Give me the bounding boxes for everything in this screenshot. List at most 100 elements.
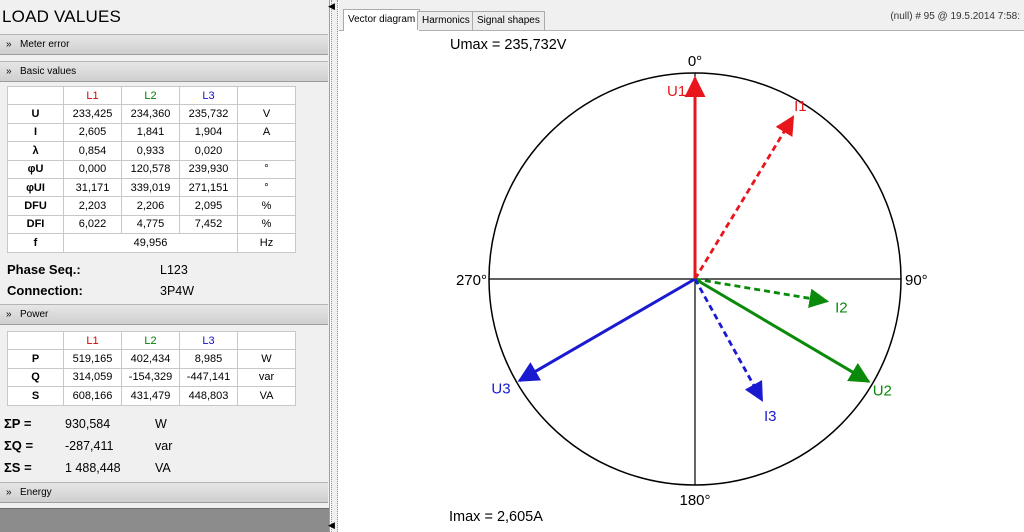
phasor-label-i1: I1 — [794, 98, 807, 115]
sum-s-label: ΣS = — [4, 460, 32, 475]
cell-unit: A — [237, 122, 296, 143]
table-row: f 49,956 Hz — [7, 233, 296, 253]
cell-value: 2,206 — [121, 196, 180, 216]
row-label: P — [7, 349, 64, 369]
row-label: λ — [7, 141, 64, 161]
section-meter-error[interactable]: » Meter error — [0, 34, 328, 55]
cell-value: 8,985 — [179, 349, 238, 369]
section-basic-values[interactable]: » Basic values — [0, 61, 328, 82]
col-header-l3: L3 — [179, 330, 238, 351]
frequency-value: 49,956 — [63, 233, 238, 253]
cell-value: 608,166 — [63, 386, 122, 406]
col-header-l2: L2 — [121, 85, 180, 106]
cell-value: 0,933 — [121, 141, 180, 161]
cell-value: 271,151 — [179, 177, 238, 198]
phasor-u2 — [694, 277, 871, 383]
cell-value: 6,022 — [63, 214, 122, 235]
sum-p-label: ΣP = — [4, 416, 32, 431]
load-values-panel: LOAD VALUES » Meter error » Basic values L… — [0, 0, 330, 532]
cell-unit: W — [237, 349, 296, 369]
row-label: I — [7, 122, 64, 143]
cell-value: 1,841 — [121, 122, 180, 143]
row-label: φU — [7, 159, 64, 179]
chevron-down-icon: » — [6, 66, 12, 77]
section-label: Energy — [20, 487, 52, 498]
row-label: DFU — [7, 196, 64, 216]
row-label: Q — [7, 367, 64, 388]
cell-unit — [237, 141, 296, 161]
cell-value: 120,578 — [121, 159, 180, 179]
connection-label: Connection: — [7, 283, 83, 298]
horizontal-scrollbar[interactable] — [0, 508, 329, 532]
table-header-row: L1 L2 L3 — [7, 85, 296, 106]
sum-p-value: 930,584 — [65, 417, 111, 431]
phase-seq-label: Phase Seq.: — [7, 262, 81, 277]
row-label: f — [7, 233, 64, 253]
chevron-right-icon: » — [6, 487, 12, 498]
connection-value: 3P4W — [160, 284, 195, 298]
cell-value: 2,203 — [63, 196, 122, 216]
row-label: φUI — [7, 177, 64, 198]
cell-value: 0,020 — [179, 141, 238, 161]
cell-value: 0,000 — [63, 159, 122, 179]
cell-value: 31,171 — [63, 177, 122, 198]
col-header-l1: L1 — [63, 85, 122, 106]
cell-unit: V — [237, 104, 296, 124]
cell-value: 234,360 — [121, 104, 180, 124]
sum-q-unit: var — [155, 439, 173, 453]
sum-p-unit: W — [155, 417, 167, 431]
phasor-label-i3: I3 — [764, 408, 777, 425]
table-row: DFU 2,203 2,206 2,095 % — [7, 196, 296, 216]
table-row: Q 314,059 -154,329 -447,141 var — [7, 367, 296, 388]
cell-value: 4,775 — [121, 214, 180, 235]
col-header-l3: L3 — [179, 85, 238, 106]
tab-vector-diagram[interactable]: Vector diagram — [343, 9, 421, 31]
phasor-i1 — [693, 115, 795, 280]
cell-value: 2,605 — [63, 122, 122, 143]
section-label: Basic values — [20, 66, 77, 77]
col-header-l1: L1 — [63, 330, 122, 351]
row-label: DFI — [7, 214, 64, 235]
cell-value: -154,329 — [121, 367, 180, 388]
section-label: Meter error — [20, 39, 70, 50]
cell-value: 233,425 — [63, 104, 122, 124]
panel-splitter[interactable]: ◀ ◀ — [328, 0, 338, 532]
cell-unit: ° — [237, 159, 296, 179]
cell-value: 235,732 — [179, 104, 238, 124]
section-power[interactable]: » Power — [0, 304, 328, 325]
sum-s-value: 1 488,448 — [65, 461, 121, 475]
phasor-label-u3: U3 — [491, 381, 510, 398]
chevron-down-icon: » — [6, 309, 12, 320]
table-row: φU 0,000 120,578 239,930 ° — [7, 159, 296, 179]
col-header-l2: L2 — [121, 330, 180, 351]
cell-unit: Hz — [237, 233, 296, 253]
tab-signal-shapes[interactable]: Signal shapes — [472, 11, 545, 30]
table-row: U 233,425 234,360 235,732 V — [7, 104, 296, 124]
cell-value: 402,434 — [121, 349, 180, 369]
table-row: φUI 31,171 339,019 271,151 ° — [7, 177, 296, 198]
sum-q-label: ΣQ = — [4, 438, 34, 453]
imax-label: Imax = 2,605A — [449, 509, 543, 525]
table-row: λ 0,854 0,933 0,020 — [7, 141, 296, 161]
collapse-left-arrow-icon[interactable]: ◀ — [328, 1, 335, 12]
collapse-left-arrow-icon[interactable]: ◀ — [328, 520, 335, 531]
row-label: U — [7, 104, 64, 124]
table-row: I 2,605 1,841 1,904 A — [7, 122, 296, 143]
phasor-u3 — [517, 277, 696, 382]
phasor-label-i2: I2 — [835, 299, 848, 316]
phase-seq-value: L123 — [160, 263, 188, 277]
cell-value: -447,141 — [179, 367, 238, 388]
section-energy[interactable]: » Energy — [0, 482, 328, 503]
basic-values-table: L1 L2 L3 U 233,425 234,360 235,732 V I 2… — [7, 85, 296, 253]
cell-value: 339,019 — [121, 177, 180, 198]
angle-label-top: 0° — [688, 53, 702, 70]
cell-value: 448,803 — [179, 386, 238, 406]
row-label: S — [7, 386, 64, 406]
sum-s-unit: VA — [155, 461, 171, 475]
tab-bar: Vector diagram Harmonics Signal shapes (… — [339, 0, 1024, 31]
table-header-row: L1 L2 L3 — [7, 330, 296, 351]
phasor-label-u2: U2 — [873, 383, 892, 400]
cell-value: 0,854 — [63, 141, 122, 161]
tab-harmonics[interactable]: Harmonics — [417, 11, 475, 30]
chevron-right-icon: » — [6, 39, 12, 50]
